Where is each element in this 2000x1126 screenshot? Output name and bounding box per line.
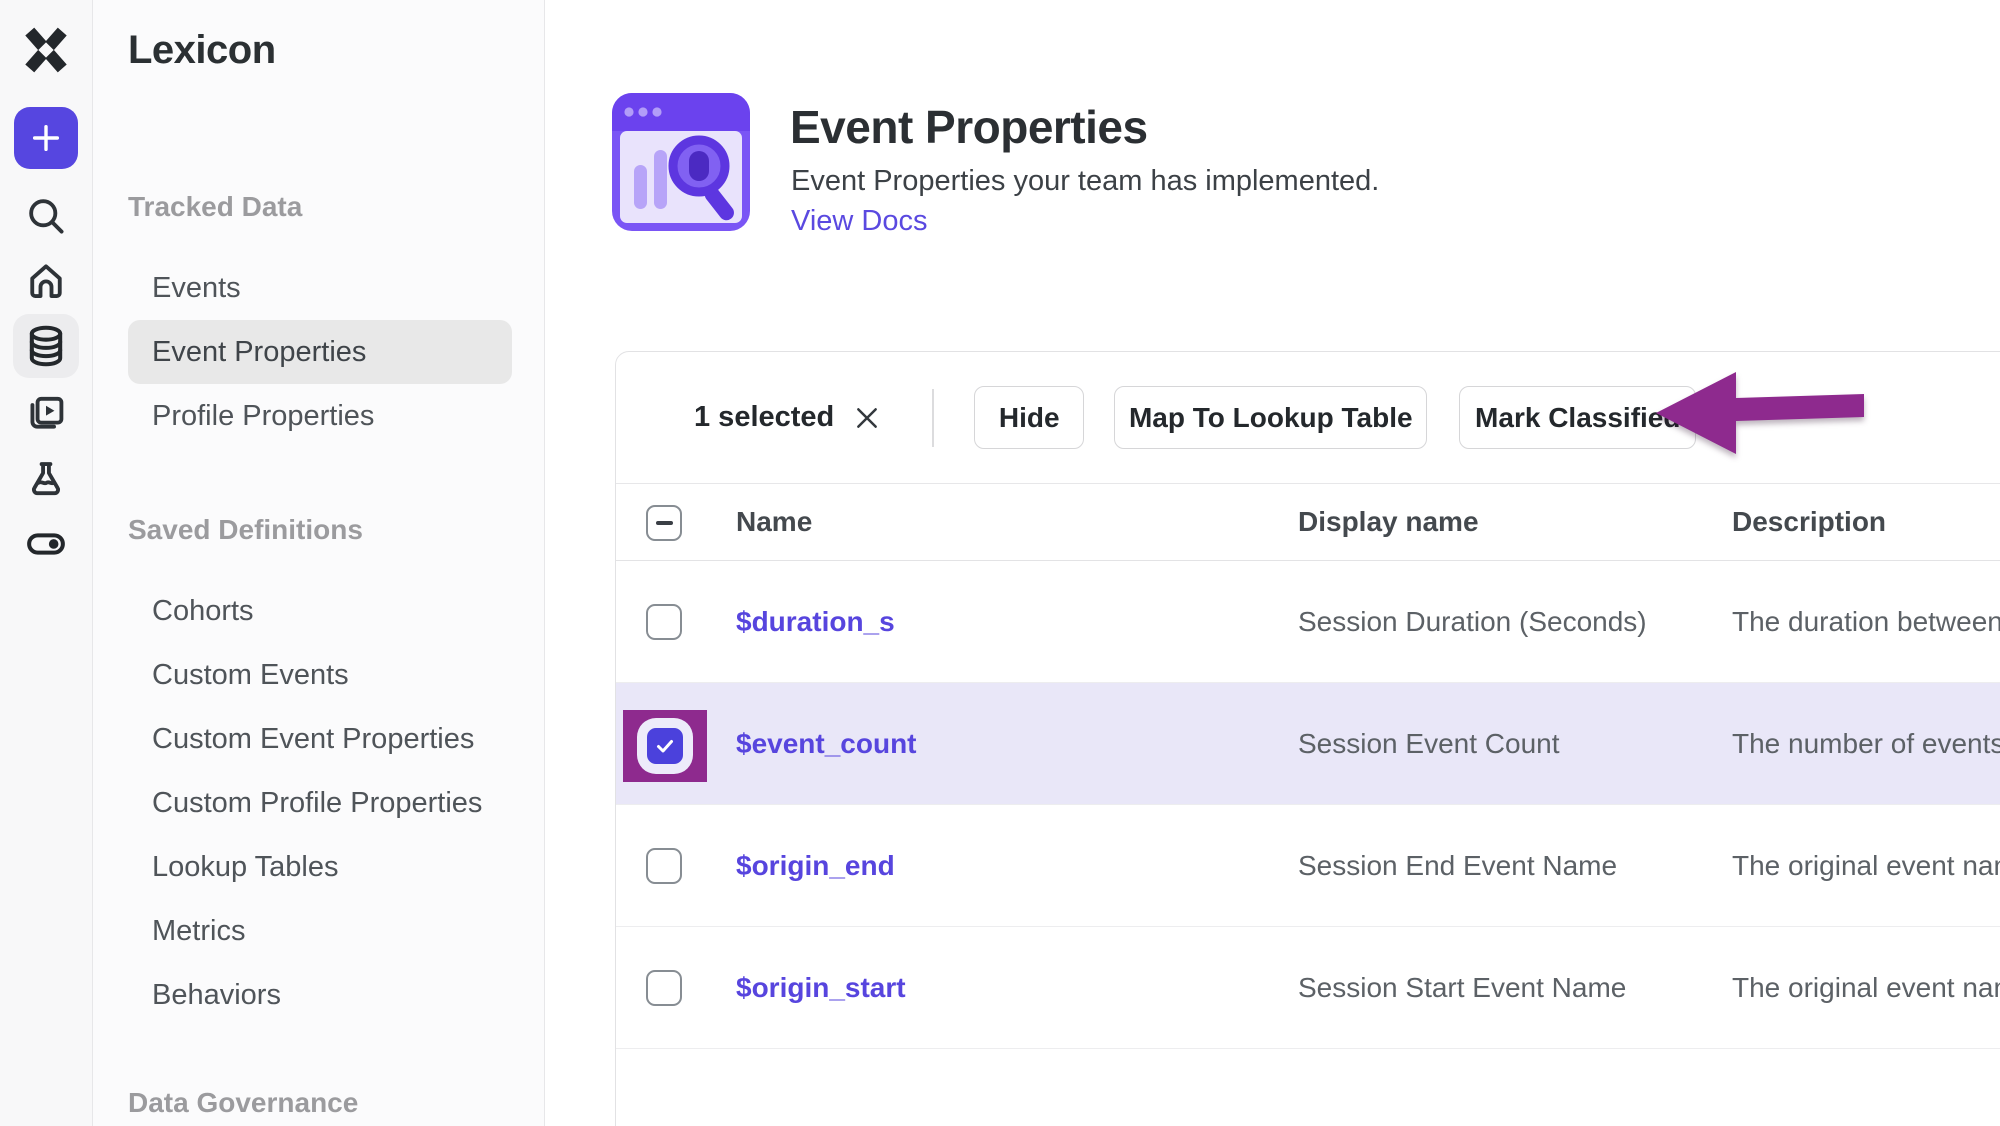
row-checkbox[interactable] <box>647 728 683 764</box>
row-checkbox[interactable] <box>646 970 682 1006</box>
property-description: The number of events <box>1732 683 2000 804</box>
sidebar-section-header: Tracked Data <box>128 187 544 227</box>
property-description: The original event nam <box>1732 805 2000 926</box>
create-plus-button[interactable] <box>14 107 78 169</box>
property-display-name: Session Event Count <box>1298 683 1560 804</box>
row-checkbox[interactable] <box>646 604 682 640</box>
event-properties-app-icon <box>612 93 750 231</box>
table-header-row: Name Display name Description <box>616 483 2000 561</box>
sidebar-item-custom-events[interactable]: Custom Events <box>128 643 512 707</box>
property-name-link[interactable]: $event_count <box>736 683 917 804</box>
annotation-arrow-icon <box>1652 368 1867 463</box>
home-icon[interactable] <box>13 249 79 313</box>
column-header-description[interactable]: Description <box>1732 484 1886 560</box>
property-name-link[interactable]: $origin_start <box>736 927 906 1048</box>
experiments-icon[interactable] <box>13 446 79 510</box>
map-to-lookup-table-button[interactable]: Map To Lookup Table <box>1114 386 1427 449</box>
sidebar-item-cohorts[interactable]: Cohorts <box>128 579 512 643</box>
table-row: $origin_start Session Start Event Name The… <box>616 927 2000 1049</box>
property-description: The duration between <box>1732 561 2000 682</box>
sidebar-section: Tracked Data EventsEvent PropertiesProfil… <box>128 187 544 448</box>
property-display-name: Session Start Event Name <box>1298 927 1626 1048</box>
sidebar-section: Saved DefinitionsCohortsCustom EventsCus… <box>128 510 544 1027</box>
data-management-icon[interactable] <box>13 314 79 378</box>
sidebar-item-behaviors[interactable]: Behaviors <box>128 963 512 1027</box>
property-description: The original event nam <box>1732 927 2000 1048</box>
property-name-link[interactable]: $duration_s <box>736 561 895 682</box>
sidebar-item-metrics[interactable]: Metrics <box>128 899 512 963</box>
column-header-display-name[interactable]: Display name <box>1298 484 1479 560</box>
sidebar-section-header: Data Governance <box>128 1083 544 1123</box>
icon-rail <box>0 0 93 1126</box>
sidebar-section-header: Saved Definitions <box>128 510 544 550</box>
page-subtitle: Event Properties your team has implement… <box>791 165 1379 198</box>
property-name-link[interactable]: $origin_end <box>736 805 895 926</box>
sidebar-item-custom-event-properties[interactable]: Custom Event Properties <box>128 707 512 771</box>
boards-icon[interactable] <box>13 380 79 444</box>
selected-count-label: 1 selected <box>694 401 834 434</box>
mixpanel-logo-icon[interactable] <box>18 22 74 78</box>
sidebar-item-lookup-tables[interactable]: Lookup Tables <box>128 835 512 899</box>
property-display-name: Session End Event Name <box>1298 805 1617 926</box>
table-row: $duration_s Session Duration (Seconds) The… <box>616 561 2000 683</box>
feature-flags-icon[interactable] <box>13 511 79 575</box>
table-row: $origin_end Session End Event Name The ori… <box>616 805 2000 927</box>
property-display-name: Session Duration (Seconds) <box>1298 561 1647 682</box>
table-row: $event_count Session Event Count The numbe… <box>616 683 2000 805</box>
column-header-name[interactable]: Name <box>736 484 812 560</box>
sidebar-item-custom-profile-properties[interactable]: Custom Profile Properties <box>128 771 512 835</box>
sidebar-section: Data Governance <box>128 1083 544 1123</box>
annotation-highlight-box <box>623 710 707 782</box>
event-properties-table-card: 1 selected Hide Map To Lookup Table Mark… <box>615 351 2000 1126</box>
page-title: Event Properties <box>790 100 1148 154</box>
hide-button[interactable]: Hide <box>974 386 1084 449</box>
clear-selection-icon[interactable] <box>850 401 884 435</box>
row-checkbox[interactable] <box>646 848 682 884</box>
sidebar-item-event-properties[interactable]: Event Properties <box>128 320 512 384</box>
select-all-checkbox[interactable] <box>646 505 682 541</box>
lexicon-sidebar: Lexicon Tracked Data EventsEvent Properti… <box>93 0 545 1126</box>
search-icon[interactable] <box>13 184 79 248</box>
toolbar-divider <box>932 389 934 447</box>
sidebar-item-events[interactable]: Events <box>128 256 512 320</box>
sidebar-title: Lexicon <box>128 28 544 73</box>
view-docs-link[interactable]: View Docs <box>791 205 927 238</box>
sidebar-item-profile-properties[interactable]: Profile Properties <box>128 384 512 448</box>
